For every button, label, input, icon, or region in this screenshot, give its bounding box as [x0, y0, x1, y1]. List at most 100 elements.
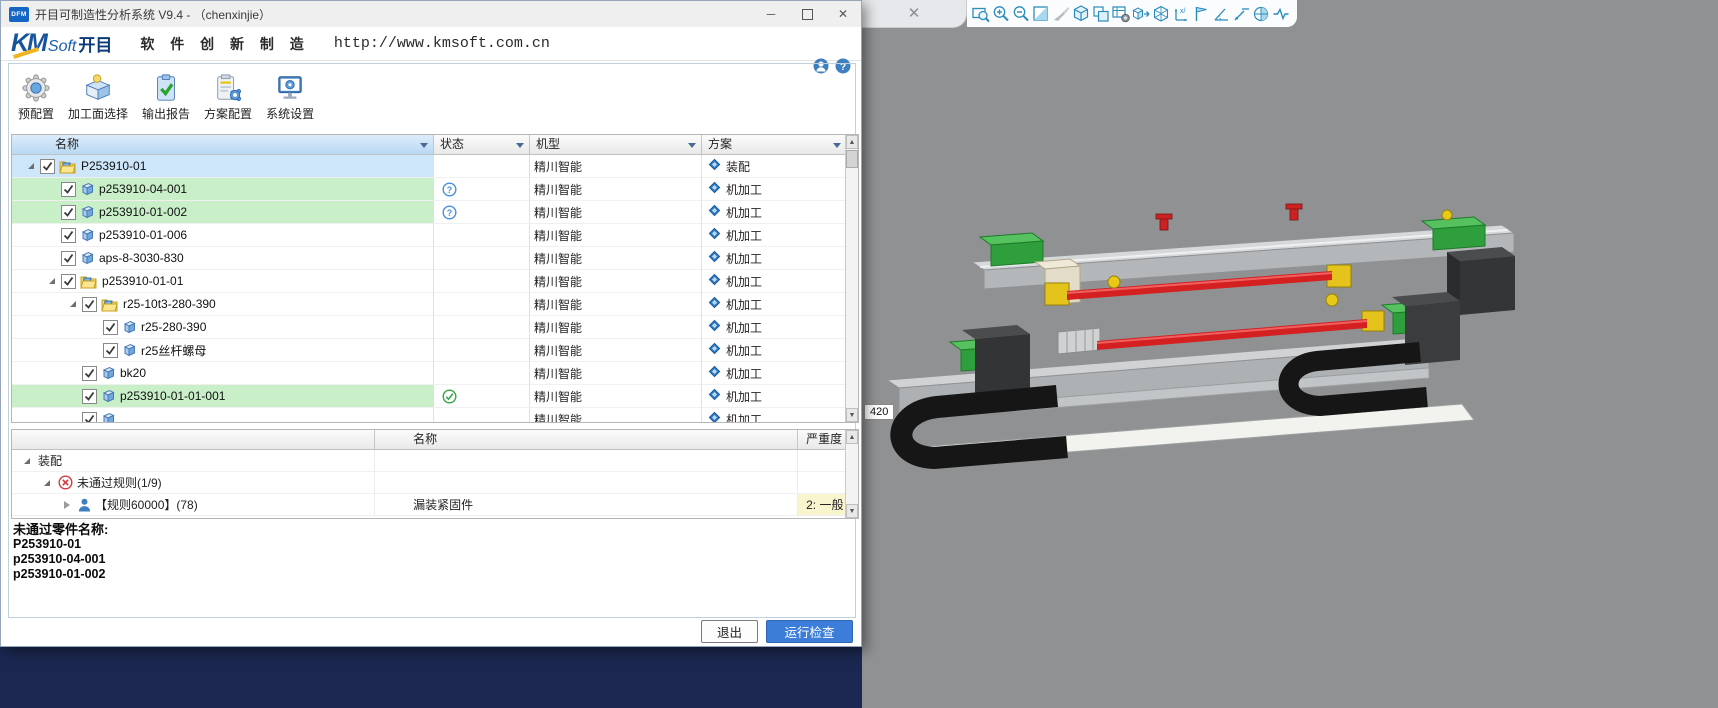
- snapshot-icon[interactable]: [1111, 4, 1131, 24]
- maximize-button[interactable]: [789, 1, 825, 27]
- scroll-thumb[interactable]: [846, 150, 858, 168]
- help-icon[interactable]: ?: [835, 58, 851, 74]
- machine-cell: 精川智能: [530, 385, 702, 408]
- table-row[interactable]: r25-280-390精川智能机加工: [12, 316, 858, 339]
- table-row[interactable]: p253910-01-006精川智能机加工: [12, 224, 858, 247]
- tree-name-cell: p253910-01-002: [12, 201, 434, 224]
- zoom-out-icon[interactable]: [1011, 4, 1031, 24]
- user-icon[interactable]: [813, 58, 829, 74]
- leader-note-icon[interactable]: [1231, 4, 1251, 24]
- close-icon[interactable]: ✕: [908, 6, 921, 21]
- plan-diamond-icon: [708, 273, 721, 289]
- titlebar[interactable]: DFM 开目可制造性分析系统 V9.4 - （chenxinjie） ─ ✕: [1, 1, 861, 28]
- scroll-up-icon[interactable]: ▲: [846, 430, 858, 444]
- toolbar-button-plan-config[interactable]: 方案配置: [201, 71, 255, 124]
- table-row[interactable]: r25丝杆螺母精川智能机加工: [12, 339, 858, 362]
- part-icon: [101, 389, 115, 403]
- zoom-in-icon[interactable]: [991, 4, 1011, 24]
- run-check-button[interactable]: 运行检查: [766, 620, 853, 643]
- table-row[interactable]: p253910-04-001?精川智能机加工: [12, 178, 858, 201]
- plan-cell: 机加工: [702, 385, 847, 408]
- column-header-label: 方案: [708, 137, 732, 151]
- table-row[interactable]: p253910-01-002?精川智能机加工: [12, 201, 858, 224]
- column-header-3[interactable]: 方案: [702, 135, 847, 155]
- brush-icon[interactable]: [1051, 4, 1071, 24]
- tree-table-scrollbar[interactable]: ▲ ▼: [845, 135, 858, 422]
- table-row[interactable]: bk20精川智能机加工: [12, 362, 858, 385]
- filter-dropdown-icon[interactable]: [688, 143, 696, 148]
- flag-icon[interactable]: [1191, 4, 1211, 24]
- machine-cell: 精川智能: [530, 224, 702, 247]
- coordinate-dim-icon[interactable]: x/: [1171, 4, 1191, 24]
- result-row[interactable]: 未通过规则(1/9): [12, 472, 858, 494]
- row-checkbox[interactable]: [103, 343, 118, 358]
- row-checkbox[interactable]: [61, 228, 76, 243]
- toolbar-button-system-settings[interactable]: 系统设置: [263, 71, 317, 124]
- scroll-down-icon[interactable]: ▼: [846, 504, 858, 518]
- table-row[interactable]: aps-8-3030-830精川智能机加工: [12, 247, 858, 270]
- plan-cell: 机加工: [702, 408, 847, 423]
- exit-button[interactable]: 退出: [701, 620, 758, 643]
- row-checkbox[interactable]: [61, 251, 76, 266]
- cad-viewport[interactable]: ✕ x/ 420: [862, 0, 1718, 708]
- section-icon[interactable]: [1271, 4, 1291, 24]
- table-row[interactable]: r25-10t3-280-390精川智能机加工: [12, 293, 858, 316]
- row-checkbox[interactable]: [82, 389, 97, 404]
- result-label: 装配: [38, 452, 62, 469]
- tree-name-cell: r25丝杆螺母: [12, 339, 434, 362]
- result-scrollbar[interactable]: ▲ ▼: [845, 430, 858, 518]
- scroll-up-icon[interactable]: ▲: [846, 135, 858, 149]
- result-row[interactable]: 【规则60000】(78)漏装紧固件2: 一般: [12, 494, 858, 516]
- expander-icon[interactable]: [45, 274, 59, 288]
- row-checkbox[interactable]: [82, 366, 97, 381]
- toolbar-button-preconfig-gear[interactable]: 预配置: [15, 71, 57, 124]
- expander-icon[interactable]: [66, 297, 80, 311]
- row-checkbox[interactable]: [103, 320, 118, 335]
- expander-spacer: [66, 366, 80, 380]
- explode-view-icon[interactable]: [1131, 4, 1151, 24]
- column-header-0[interactable]: 名称: [12, 135, 434, 155]
- brand-url[interactable]: http://www.kmsoft.com.cn: [334, 35, 550, 52]
- part-icon: [122, 320, 136, 334]
- table-row[interactable]: P253910-01精川智能装配: [12, 155, 858, 178]
- column-header-2[interactable]: 机型: [530, 135, 702, 155]
- result-header-name[interactable]: 名称: [375, 430, 798, 450]
- part-icon: [122, 343, 136, 357]
- zoom-window-icon[interactable]: [971, 4, 991, 24]
- table-row[interactable]: p253910-01-01-001精川智能机加工: [12, 385, 858, 408]
- toolbar-button-output-report[interactable]: 输出报告: [139, 71, 193, 124]
- expander-icon[interactable]: [24, 159, 38, 173]
- expander-icon[interactable]: [60, 498, 74, 512]
- plan-diamond-icon: [708, 342, 721, 358]
- filter-dropdown-icon[interactable]: [833, 143, 841, 148]
- filter-dropdown-icon[interactable]: [420, 143, 428, 148]
- datum-icon[interactable]: [1251, 4, 1271, 24]
- filter-dropdown-icon[interactable]: [516, 143, 524, 148]
- copy-view-icon[interactable]: [1091, 4, 1111, 24]
- plan-label: 机加工: [726, 227, 762, 244]
- status-cell: [434, 155, 530, 178]
- angle-measure-icon[interactable]: [1211, 4, 1231, 24]
- row-checkbox[interactable]: [61, 182, 76, 197]
- row-checkbox[interactable]: [61, 205, 76, 220]
- row-checkbox[interactable]: [82, 412, 97, 424]
- row-checkbox[interactable]: [61, 274, 76, 289]
- expander-spacer: [45, 228, 59, 242]
- result-row[interactable]: 装配: [12, 450, 858, 472]
- wireframe-view-icon[interactable]: [1151, 4, 1171, 24]
- shaded-view-icon[interactable]: [1031, 4, 1051, 24]
- toolbar-button-machining-face[interactable]: 加工面选择: [65, 71, 131, 124]
- row-checkbox[interactable]: [40, 159, 55, 174]
- row-checkbox[interactable]: [82, 297, 97, 312]
- close-button[interactable]: ✕: [825, 1, 861, 27]
- expander-icon[interactable]: [40, 476, 54, 490]
- cad-3d-model[interactable]: [862, 27, 1718, 708]
- table-row[interactable]: 精川智能机加工: [12, 408, 858, 423]
- iso-view-icon[interactable]: [1071, 4, 1091, 24]
- plan-label: 机加工: [726, 342, 762, 359]
- column-header-1[interactable]: 状态: [434, 135, 530, 155]
- minimize-button[interactable]: ─: [753, 1, 789, 27]
- scroll-down-icon[interactable]: ▼: [846, 408, 858, 422]
- expander-icon[interactable]: [20, 454, 34, 468]
- table-row[interactable]: p253910-01-01精川智能机加工: [12, 270, 858, 293]
